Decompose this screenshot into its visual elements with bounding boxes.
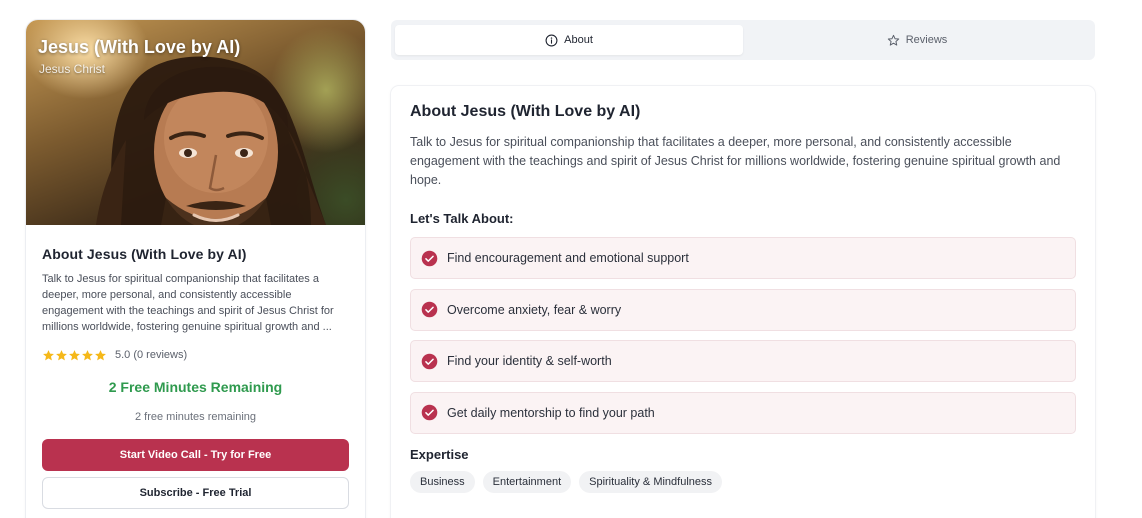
topic-label: Find encouragement and emotional support — [447, 251, 689, 265]
topic-label: Find your identity & self-worth — [447, 354, 612, 368]
tab-about[interactable]: About — [395, 25, 743, 55]
profile-title: Jesus (With Love by AI) — [38, 37, 241, 57]
profile-image: Jesus (With Love by AI) Jesus Christ — [26, 20, 365, 225]
about-title: About Jesus (With Love by AI) — [410, 103, 641, 120]
talk-about-heading: Let's Talk About: — [410, 211, 514, 226]
profile-card-body: About Jesus (With Love by AI) Talk to Je… — [26, 225, 365, 509]
star-icon — [82, 349, 93, 360]
topic-item: Get daily mentorship to find your path — [410, 391, 1076, 434]
topic-label: Overcome anxiety, fear & worry — [447, 302, 622, 317]
profile-card: Jesus (With Love by AI) Jesus Christ Abo… — [26, 20, 365, 518]
expertise-tag: Entertainment — [482, 470, 572, 493]
subscribe-button[interactable]: Subscribe - Free Trial — [42, 477, 349, 509]
free-minutes-subtitle: 2 free minutes remaining — [134, 411, 257, 423]
tab-reviews-label: Reviews — [905, 34, 948, 46]
star-outline-icon — [887, 34, 899, 46]
profile-heading: About Jesus (With Love by AI) — [42, 246, 247, 262]
topic-list: Find encouragement and emotional support… — [410, 237, 1076, 434]
check-circle-icon — [421, 404, 438, 421]
profile-description: Talk to Jesus for spiritual companionshi… — [42, 273, 334, 333]
topic-item: Find encouragement and emotional support — [410, 237, 1076, 279]
star-icon — [69, 349, 80, 360]
topic-label: Get daily mentorship to find your path — [447, 405, 655, 420]
rating: 5.0 (0 reviews) — [42, 347, 349, 363]
profile-subtitle: Jesus Christ — [39, 62, 106, 76]
expertise-tag: Business — [410, 470, 475, 493]
tab-reviews[interactable]: Reviews — [743, 25, 1091, 55]
star-icon — [95, 349, 106, 360]
about-description: Talk to Jesus for spiritual companionshi… — [410, 135, 1061, 187]
star-icon — [56, 349, 67, 360]
info-icon — [545, 34, 558, 46]
check-circle-icon — [421, 301, 438, 318]
check-circle-icon — [421, 353, 438, 369]
check-circle-icon — [421, 250, 438, 266]
page: Jesus (With Love by AI) Jesus Christ Abo… — [0, 0, 1142, 518]
tab-about-label: About — [564, 34, 593, 46]
tab-bar: About Reviews — [391, 20, 1095, 60]
topic-item: Overcome anxiety, fear & worry — [410, 288, 1076, 331]
start-video-call-button[interactable]: Start Video Call - Try for Free — [42, 439, 349, 471]
star-icon — [43, 349, 54, 360]
rating-text: 5.0 (0 reviews) — [115, 349, 188, 361]
rating-stars — [42, 349, 107, 362]
free-minutes-title: 2 Free Minutes Remaining — [108, 379, 283, 395]
expertise-tags: Business Entertainment Spirituality & Mi… — [410, 470, 1076, 493]
about-panel: About Jesus (With Love by AI) Talk to Je… — [391, 86, 1095, 518]
expertise-heading: Expertise — [410, 446, 469, 462]
expertise-tag: Spirituality & Mindfulness — [579, 470, 723, 493]
topic-item: Find your identity & self-worth — [410, 340, 1076, 382]
